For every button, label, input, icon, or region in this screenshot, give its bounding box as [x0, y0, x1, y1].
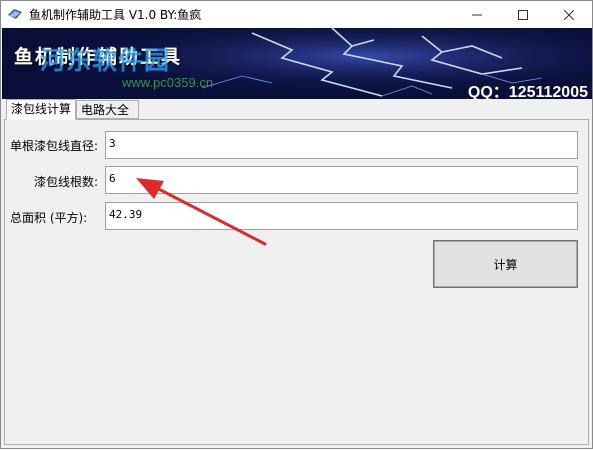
header-banner: 鱼机制作辅助工具 河东软件园 www.pc0359.cn QQ：12511200… — [2, 28, 592, 99]
area-output[interactable]: 42.39 — [105, 202, 578, 230]
count-input[interactable]: 6 — [105, 166, 578, 194]
count-label: 漆包线根数: — [34, 175, 99, 189]
maximize-icon — [518, 9, 528, 20]
site-watermark-url: www.pc0359.cn — [122, 75, 214, 90]
app-icon — [8, 9, 22, 19]
minimize-button[interactable] — [454, 1, 500, 28]
site-watermark: 河东软件园 — [40, 46, 171, 75]
close-button[interactable] — [546, 1, 592, 28]
area-label: 总面积 (平方): — [10, 211, 88, 225]
calculate-button[interactable]: 计算 — [433, 240, 578, 288]
diameter-label: 单根漆包线直径: — [10, 139, 99, 153]
window-title: 鱼机制作辅助工具 V1.0 BY:鱼疯 — [29, 8, 202, 22]
tab-circuits[interactable]: 电路大全 — [76, 100, 139, 119]
diameter-input[interactable]: 3 — [105, 131, 578, 159]
close-icon — [564, 9, 574, 20]
minimize-icon — [472, 14, 482, 15]
qq-contact: QQ：125112005 — [467, 84, 588, 99]
tab-enameled-wire[interactable]: 漆包线计算 — [6, 99, 76, 120]
app-window: 鱼机制作辅助工具 V1.0 BY:鱼疯 鱼机制作辅助工具 河东软件园 www.p… — [0, 0, 593, 449]
title-bar[interactable]: 鱼机制作辅助工具 V1.0 BY:鱼疯 — [1, 1, 592, 28]
maximize-button[interactable] — [500, 1, 546, 28]
